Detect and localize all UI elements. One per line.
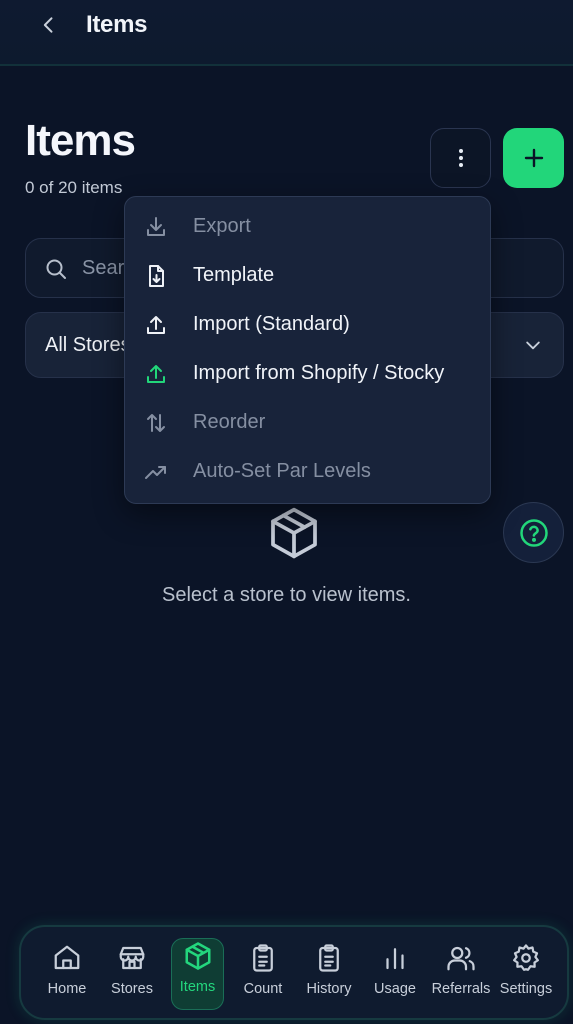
nav-item-home[interactable]: Home [37, 941, 97, 1013]
menu-item-label: Import (Standard) [193, 313, 350, 335]
upload-icon [143, 361, 169, 387]
header-title: Items [86, 11, 148, 38]
menu-item-auto-set-par: Auto-Set Par Levels [125, 447, 490, 496]
nav-label: Referrals [431, 981, 491, 997]
clipboard-list-icon [314, 941, 344, 975]
search-icon [46, 259, 66, 279]
menu-item-import-shopify[interactable]: Import from Shopify / Stocky [125, 349, 490, 398]
menu-item-import-standard[interactable]: Import (Standard) [125, 300, 490, 349]
store-select-value: All Stores [45, 334, 131, 356]
clipboard-icon [248, 941, 278, 975]
more-options-menu: Export Template Import (Standard) Import… [124, 196, 491, 504]
menu-item-export: Export [125, 202, 490, 251]
menu-item-label: Auto-Set Par Levels [193, 460, 371, 482]
nav-item-items[interactable]: Items [171, 938, 224, 1010]
more-vertical-icon [458, 149, 463, 167]
nav-item-count[interactable]: Count [233, 941, 293, 1013]
help-button[interactable] [503, 502, 564, 563]
menu-item-label: Import from Shopify / Stocky [193, 362, 445, 384]
item-count: 0 of 20 items [25, 178, 123, 197]
upload-icon [143, 312, 169, 338]
nav-item-settings[interactable]: Settings [496, 941, 556, 1013]
nav-label: Usage [374, 981, 416, 997]
help-circle-icon [519, 518, 548, 547]
nav-label: Count [243, 981, 283, 997]
nav-item-stores[interactable]: Stores [102, 941, 162, 1013]
download-icon [143, 214, 169, 240]
users-icon [446, 941, 476, 975]
nav-label: Items [179, 979, 216, 995]
menu-item-label: Export [193, 215, 251, 237]
more-options-button[interactable] [430, 128, 491, 188]
nav-label: Stores [111, 981, 153, 997]
package-icon [183, 939, 213, 973]
nav-item-referrals[interactable]: Referrals [431, 941, 491, 1013]
menu-item-template[interactable]: Template [125, 251, 490, 300]
gear-icon [511, 941, 541, 975]
trending-up-icon [143, 459, 169, 485]
sort-arrows-icon [143, 410, 169, 436]
chevron-down-icon [526, 341, 540, 350]
nav-label: Home [47, 981, 87, 997]
home-icon [52, 941, 82, 975]
empty-state-message: Select a store to view items. [162, 584, 411, 606]
store-icon [117, 941, 147, 975]
menu-item-label: Reorder [193, 411, 266, 433]
add-item-button[interactable] [503, 128, 564, 188]
nav-item-history[interactable]: History [299, 941, 359, 1013]
menu-item-reorder: Reorder [125, 398, 490, 447]
menu-item-label: Template [193, 264, 275, 286]
back-button[interactable] [34, 10, 64, 40]
page-title: Items [25, 116, 136, 165]
top-bar: Items [0, 0, 573, 66]
plus-icon [524, 148, 543, 168]
nav-label: History [306, 981, 352, 997]
nav-item-usage[interactable]: Usage [365, 941, 425, 1013]
bottom-nav: Home Stores Items Count History Usage Re… [19, 925, 569, 1020]
bar-chart-icon [380, 941, 410, 975]
package-icon [271, 507, 317, 559]
nav-label: Settings [499, 981, 553, 997]
chevron-left-icon [43, 17, 53, 33]
file-download-icon [143, 263, 169, 289]
